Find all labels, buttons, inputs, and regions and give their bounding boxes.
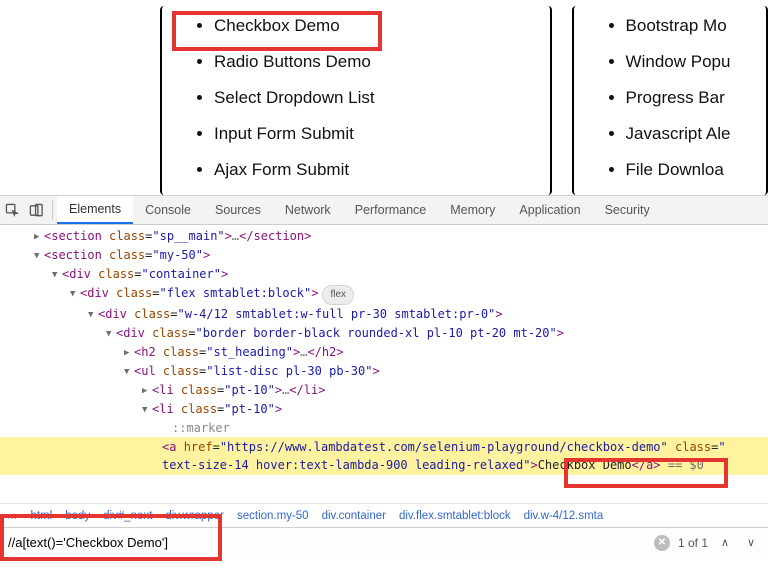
dom-node[interactable]: <div class="container"> — [62, 267, 228, 281]
next-match-icon[interactable]: ∨ — [742, 534, 760, 552]
dom-node[interactable]: <div class="flex smtablet:block"> — [80, 286, 318, 300]
inspect-icon[interactable] — [0, 196, 24, 224]
list-item[interactable]: File Downloa — [626, 160, 748, 180]
bottom-spacer — [0, 557, 768, 581]
dom-node[interactable]: <ul class="list-disc pl-30 pb-30"> — [134, 364, 380, 378]
search-bar: ✕ 1 of 1 ∧ ∨ — [0, 527, 768, 557]
elements-panel[interactable]: ▶<section class="sp__main">…</section> ▼… — [0, 225, 768, 503]
dom-node[interactable]: <h2 class="st_heading">…</h2> — [134, 345, 344, 359]
list-item[interactable]: Javascript Ale — [626, 124, 748, 144]
breadcrumb-item[interactable]: … — [6, 510, 18, 522]
dom-node[interactable]: <li class="pt-10"> — [152, 402, 282, 416]
devtools-tab-application[interactable]: Application — [507, 196, 592, 224]
devtools-tab-elements[interactable]: Elements — [57, 196, 133, 224]
devtools-tabbar: ElementsConsoleSourcesNetworkPerformance… — [0, 196, 768, 225]
list-item[interactable]: Window Popu — [626, 52, 748, 72]
list-item[interactable]: Select Dropdown List — [214, 88, 532, 108]
dom-node[interactable]: <section class="sp__main">…</section> — [44, 229, 311, 243]
prev-match-icon[interactable]: ∧ — [716, 534, 734, 552]
breadcrumb-item[interactable]: div.wrapper — [165, 510, 224, 522]
clear-search-icon[interactable]: ✕ — [654, 535, 670, 551]
devtools-tab-sources[interactable]: Sources — [203, 196, 273, 224]
dom-node[interactable]: <section class="my-50"> — [44, 248, 210, 262]
list-item[interactable]: Radio Buttons Demo — [214, 52, 532, 72]
devtools-tab-network[interactable]: Network — [273, 196, 343, 224]
devtools-tab-performance[interactable]: Performance — [343, 196, 439, 224]
breadcrumb-item[interactable]: div.container — [322, 510, 386, 522]
dom-node[interactable]: <li class="pt-10">…</li> — [152, 383, 325, 397]
breadcrumb-item[interactable]: div#_next — [103, 510, 152, 522]
search-match-count: 1 of 1 — [678, 536, 708, 550]
breadcrumb-item[interactable]: html — [31, 510, 53, 522]
dom-search-input[interactable] — [8, 535, 646, 550]
breadcrumb-item[interactable]: section.my-50 — [237, 510, 309, 522]
breadcrumb-item[interactable]: body — [65, 510, 90, 522]
page-preview: Checkbox DemoRadio Buttons DemoSelect Dr… — [0, 0, 768, 196]
dom-breadcrumb[interactable]: … html body div#_next div.wrapper section.my-… — [0, 503, 768, 527]
demo-list-right: Bootstrap Mo Window Popu Progress Bar Javas… — [572, 6, 768, 195]
device-toggle-icon[interactable] — [24, 196, 48, 224]
dom-node[interactable]: <div class="border border-black rounded-… — [116, 326, 564, 340]
flex-badge[interactable]: flex — [322, 285, 354, 305]
highlight-box-list-item — [172, 11, 382, 51]
devtools-tab-memory[interactable]: Memory — [438, 196, 507, 224]
devtools-tab-console[interactable]: Console — [133, 196, 203, 224]
devtools-tab-security[interactable]: Security — [593, 196, 662, 224]
list-item[interactable]: Bootstrap Mo — [626, 16, 748, 36]
list-item[interactable]: Ajax Form Submit — [214, 160, 532, 180]
selected-dom-node[interactable]: <a href="https://www.lambdatest.com/sele… — [0, 437, 768, 475]
breadcrumb-item[interactable]: div.flex.smtablet:block — [399, 510, 511, 522]
breadcrumb-item[interactable]: div.w-4/12.smta — [524, 510, 604, 522]
list-item[interactable]: Progress Bar — [626, 88, 748, 108]
list-item[interactable]: Input Form Submit — [214, 124, 532, 144]
dom-marker: ::marker — [172, 421, 230, 435]
dom-node[interactable]: <div class="w-4/12 smtablet:w-full pr-30… — [98, 307, 503, 321]
